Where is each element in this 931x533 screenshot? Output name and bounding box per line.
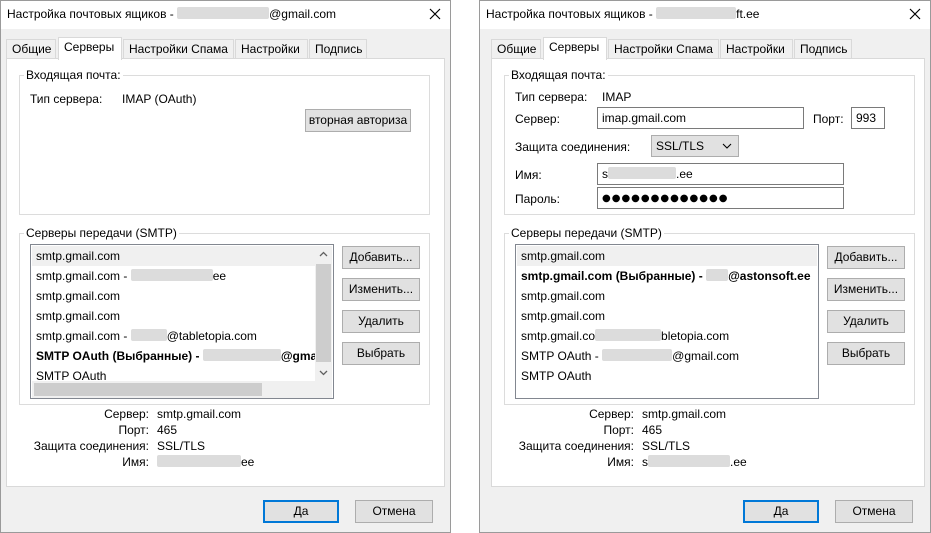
smtp-server-list[interactable]: smtp.gmail.com smtp.gmail.com (Выбранные… — [515, 244, 819, 399]
list-item[interactable]: SMTP OAuth - @gmail.com — [517, 346, 817, 366]
add-server-button[interactable]: Добавить... — [342, 246, 420, 269]
close-button[interactable] — [900, 1, 930, 29]
list-item[interactable]: smtp.gmail.com — [32, 306, 317, 326]
port-input[interactable]: 993 — [851, 107, 885, 129]
details-security-label: Защита соединения: — [518, 439, 634, 453]
details-security-label: Защита соединения: — [33, 439, 149, 453]
details-name-value: s .ee — [642, 455, 747, 469]
list-item[interactable]: smtp.gmail.com — [517, 306, 817, 326]
details-security-value: SSL/TLS — [642, 439, 691, 453]
port-label: Порт: — [813, 112, 844, 126]
list-item[interactable]: smtp.gmail.com (Выбранные) - @astonsoft.… — [517, 266, 817, 286]
list-item[interactable]: smtp.gmail.com — [32, 286, 317, 306]
details-name-value: ee — [157, 455, 254, 469]
list-item[interactable]: SMTP OAuth — [517, 366, 817, 386]
list-item[interactable]: smtp.gmail.com — [32, 246, 317, 266]
incoming-mail-group: Входящая почта: Тип сервера: IMAP Сервер… — [504, 68, 915, 215]
servers-page: Входящая почта: Тип сервера: IMAP Сервер… — [491, 58, 925, 487]
title-bar: Настройка почтовых ящиков - ft.ee — [480, 1, 930, 29]
edit-server-button[interactable]: Изменить... — [342, 278, 420, 301]
details-server-label: Сервер: — [589, 407, 634, 421]
list-item[interactable]: smtp.gmail.com - @tabletopia.com — [32, 326, 317, 346]
incoming-mail-label: Входящая почта: — [509, 68, 608, 82]
server-type-label: Тип сервера: — [515, 90, 588, 104]
list-horizontal-scrollbar[interactable] — [32, 381, 332, 398]
smtp-group-label: Серверы передачи (SMTP) — [24, 226, 179, 240]
window-title: Настройка почтовых ящиков - ft.ee — [486, 7, 760, 21]
tab-general[interactable]: Общие — [6, 39, 56, 59]
tab-spam-settings[interactable]: Настройки Спама — [608, 39, 719, 59]
details-port-value: 465 — [157, 423, 178, 437]
details-port-value: 465 — [642, 423, 663, 437]
h-scroll-thumb[interactable] — [34, 383, 262, 396]
tab-general[interactable]: Общие — [491, 39, 541, 59]
delete-server-button[interactable]: Удалить — [342, 310, 420, 333]
add-server-button[interactable]: Добавить... — [827, 246, 905, 269]
incoming-server-input[interactable]: imap.gmail.com — [597, 107, 804, 129]
reauthorize-button[interactable]: вторная авториза — [305, 109, 411, 132]
security-label: Защита соединения: — [515, 140, 631, 154]
tab-settings[interactable]: Настройки — [720, 39, 793, 59]
scroll-down-icon[interactable] — [315, 364, 332, 381]
server-type-value: IMAP — [602, 90, 632, 104]
smtp-group: Серверы передачи (SMTP) smtp.gmail.com s… — [504, 226, 915, 405]
server-type-value: IMAP (OAuth) — [122, 92, 197, 106]
password-label: Пароль: — [515, 192, 560, 206]
smtp-group: Серверы передачи (SMTP) smtp.gmail.com s… — [19, 226, 430, 405]
tab-signature[interactable]: Подпись — [794, 39, 852, 59]
username-label: Имя: — [515, 168, 542, 182]
incoming-mail-label: Входящая почта: — [24, 68, 123, 82]
details-server-value: smtp.gmail.com — [157, 407, 242, 421]
close-icon — [429, 8, 441, 20]
mailbox-settings-dialog-gmail: Настройка почтовых ящиков - @gmail.com О… — [0, 0, 451, 533]
title-bar: Настройка почтовых ящиков - @gmail.com — [1, 1, 450, 29]
details-name-label: Имя: — [607, 455, 634, 469]
cancel-button[interactable]: Отмена — [355, 500, 433, 523]
incoming-mail-group: Входящая почта: Тип сервера: IMAP (OAuth… — [19, 68, 430, 215]
list-item[interactable]: smtp.gmail.com — [517, 286, 817, 306]
delete-server-button[interactable]: Удалить — [827, 310, 905, 333]
list-item[interactable]: smtp.gmail.com — [517, 246, 817, 266]
password-input[interactable]: ●●●●●●●●●●●●● — [597, 187, 844, 209]
server-type-label: Тип сервера: — [30, 92, 103, 106]
ok-button[interactable]: Да — [743, 500, 819, 523]
details-server-label: Сервер: — [104, 407, 149, 421]
details-security-value: SSL/TLS — [157, 439, 206, 453]
dialog-client: Общие Серверы Настройки Спама Настройки … — [1, 29, 450, 532]
chevron-down-icon — [722, 143, 732, 149]
list-vertical-scrollbar[interactable] — [315, 246, 332, 381]
tab-servers[interactable]: Серверы — [58, 37, 122, 60]
details-server-value: smtp.gmail.com — [642, 407, 727, 421]
scroll-thumb[interactable] — [316, 264, 331, 362]
security-select[interactable]: SSL/TLS — [651, 135, 739, 157]
tab-servers[interactable]: Серверы — [543, 37, 607, 60]
details-port-label: Порт: — [118, 423, 149, 437]
edit-server-button[interactable]: Изменить... — [827, 278, 905, 301]
list-item[interactable]: smtp.gmail.com - ee — [32, 266, 317, 286]
mailbox-settings-dialog-astonsoft: Настройка почтовых ящиков - ft.ee Общие … — [479, 0, 931, 533]
ok-button[interactable]: Да — [263, 500, 339, 523]
close-button[interactable] — [420, 1, 450, 29]
smtp-server-list[interactable]: smtp.gmail.com smtp.gmail.com - ee smtp.… — [30, 244, 334, 399]
cancel-button[interactable]: Отмена — [835, 500, 913, 523]
username-input[interactable]: s .ee — [597, 163, 844, 185]
smtp-group-label: Серверы передачи (SMTP) — [509, 226, 664, 240]
window-title: Настройка почтовых ящиков - @gmail.com — [7, 7, 336, 21]
tab-spam-settings[interactable]: Настройки Спама — [123, 39, 234, 59]
tab-settings[interactable]: Настройки — [235, 39, 308, 59]
scroll-up-icon[interactable] — [315, 246, 332, 263]
details-name-label: Имя: — [122, 455, 149, 469]
list-item[interactable]: SMTP OAuth (Выбранные) - @gmail — [32, 346, 324, 366]
tab-signature[interactable]: Подпись — [309, 39, 367, 59]
close-icon — [909, 8, 921, 20]
list-item[interactable]: smtp.gmail.co bletopia.com — [517, 326, 817, 346]
incoming-server-label: Сервер: — [515, 112, 560, 126]
details-port-label: Порт: — [603, 423, 634, 437]
servers-page: Входящая почта: Тип сервера: IMAP (OAuth… — [6, 58, 445, 487]
select-server-button[interactable]: Выбрать — [342, 342, 420, 365]
dialog-client: Общие Серверы Настройки Спама Настройки … — [480, 29, 930, 532]
select-server-button[interactable]: Выбрать — [827, 342, 905, 365]
